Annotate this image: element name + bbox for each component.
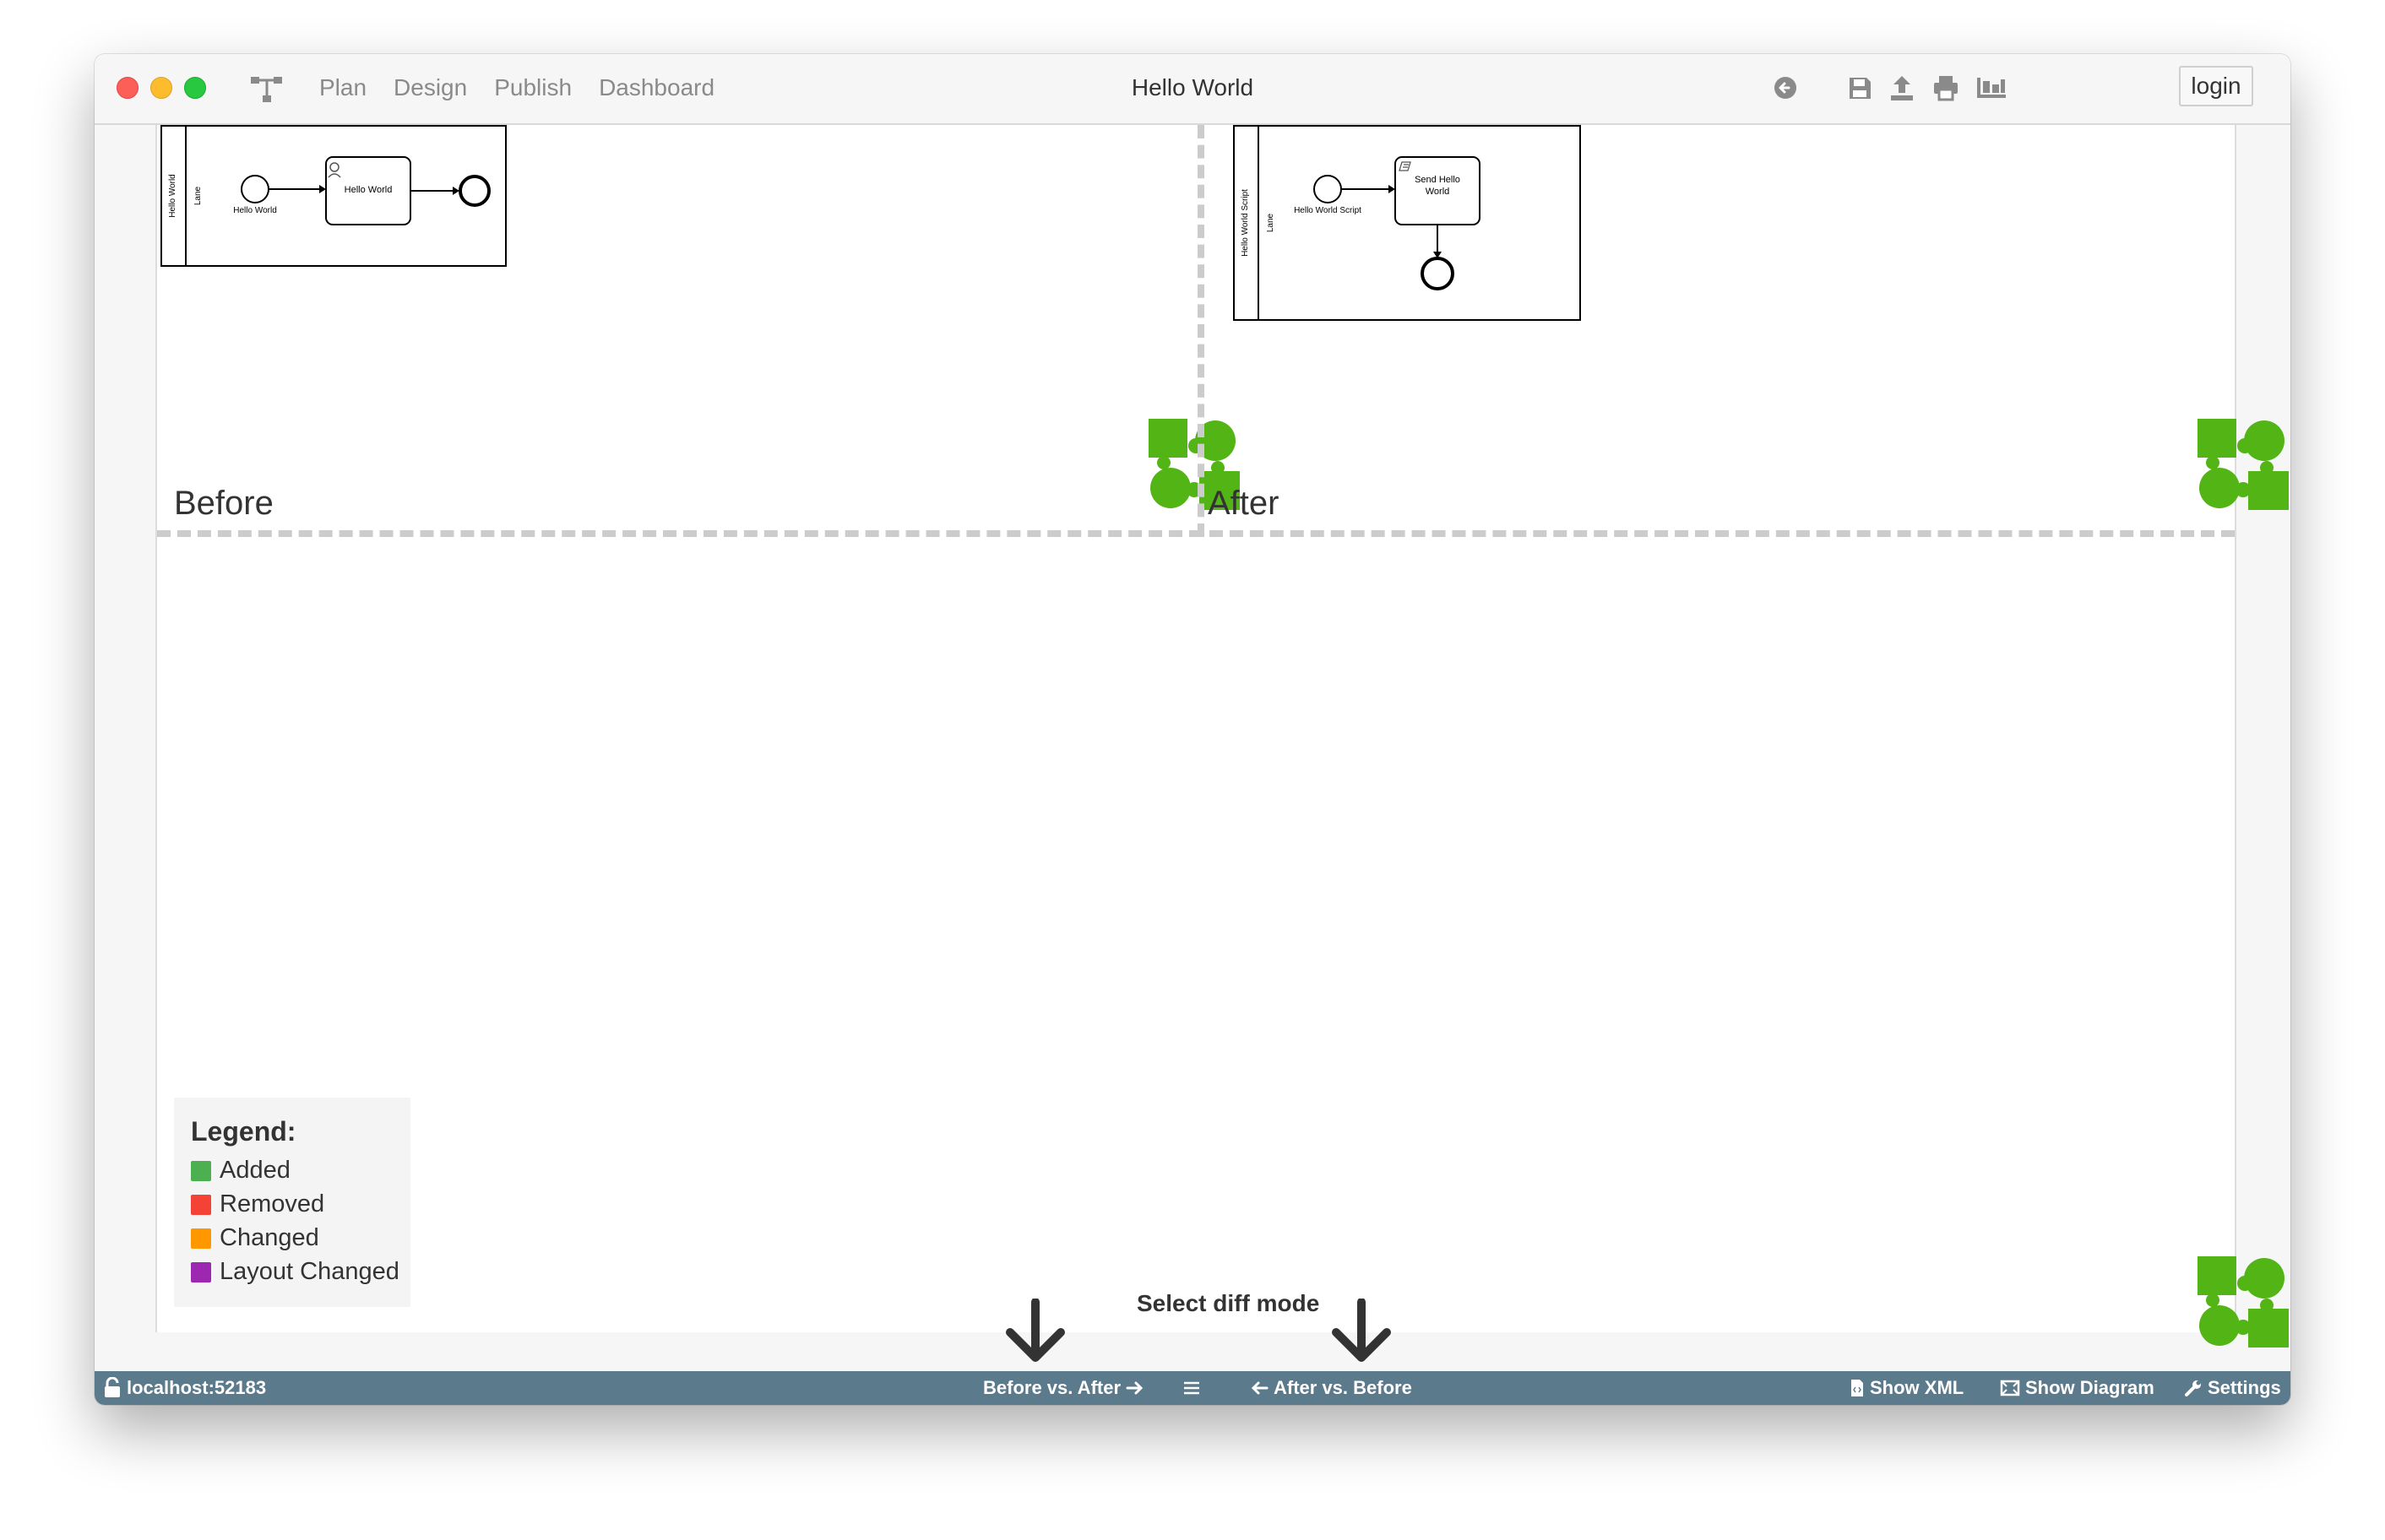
after-diagram[interactable]: Hello World Script Lane Hello World Scri…: [1233, 125, 1583, 324]
process-tree-icon[interactable]: [250, 75, 284, 104]
after-vs-before-button[interactable]: After vs. Before: [1250, 1371, 1412, 1405]
diff-canvas: Hello World Lane Hello World Hello World: [155, 125, 2289, 1362]
deploy-icon[interactable]: [1975, 73, 2008, 103]
legend-item-removed: Removed: [191, 1190, 324, 1218]
print-icon[interactable]: [1931, 73, 1961, 103]
host-label: localhost:52183: [127, 1377, 267, 1398]
nav-design[interactable]: Design: [394, 73, 467, 103]
close-window-button[interactable]: [117, 77, 139, 99]
save-icon[interactable]: [1844, 73, 1875, 103]
login-button[interactable]: login: [2179, 66, 2253, 106]
changed-swatch: [191, 1228, 211, 1249]
settings-button[interactable]: Settings: [2184, 1371, 2281, 1405]
main-nav: Plan Design Publish Dashboard: [319, 73, 714, 103]
added-swatch: [191, 1160, 211, 1181]
vertical-pane-divider[interactable]: [1198, 125, 1204, 537]
legend-title: Legend:: [191, 1116, 296, 1147]
legend-item-added: Added: [191, 1157, 291, 1185]
minimize-window-button[interactable]: [150, 77, 172, 99]
arrow-down-icon: [1332, 1299, 1391, 1362]
title-bar: Plan Design Publish Dashboard Hello Worl…: [95, 54, 2290, 125]
unlock-icon: [105, 1377, 120, 1397]
legend: Legend: Added Removed Changed Layout Cha…: [174, 1098, 410, 1307]
diagram-icon: [2000, 1380, 2020, 1396]
legend-item-layout-changed: Layout Changed: [191, 1258, 399, 1286]
removed-swatch: [191, 1194, 211, 1215]
arrow-right-icon: [1126, 1381, 1144, 1395]
before-diagram[interactable]: Hello World Lane Hello World Hello World: [160, 125, 508, 270]
before-start-label: Hello World: [233, 206, 277, 215]
menu-icon: [1184, 1381, 1199, 1395]
before-vs-after-button[interactable]: Before vs. After: [983, 1371, 1144, 1405]
select-diff-mode-label: Select diff mode: [1137, 1290, 1320, 1316]
before-label: Before: [174, 485, 274, 522]
bpmn-logo-after: [2198, 419, 2289, 510]
after-label: After: [1208, 485, 1279, 522]
arrow-down-icon: [1006, 1299, 1065, 1362]
after-lane-label: Lane: [1266, 213, 1275, 232]
after-pool-label: Hello World Script: [1241, 189, 1250, 257]
legend-item-changed: Changed: [191, 1224, 319, 1252]
show-diagram-button[interactable]: Show Diagram: [2000, 1371, 2154, 1405]
show-xml-button[interactable]: Show XML: [1850, 1371, 1964, 1405]
layout-changed-swatch: [191, 1261, 211, 1282]
host-status[interactable]: localhost:52183: [103, 1371, 266, 1405]
diff-mode-menu-button[interactable]: [1182, 1371, 1201, 1405]
horizontal-pane-divider[interactable]: [157, 530, 2235, 537]
wrench-icon: [2185, 1380, 2201, 1396]
bpmn-logo-diff: [2198, 1256, 2289, 1348]
before-pool-label: Hello World: [168, 174, 177, 218]
file-code-icon: [1851, 1380, 1863, 1396]
status-bar: localhost:52183 Before vs. After After v…: [95, 1371, 2290, 1405]
nav-plan[interactable]: Plan: [319, 73, 367, 103]
upload-icon[interactable]: [1887, 73, 1917, 103]
after-task-label-line2: World: [1426, 187, 1450, 197]
nav-dashboard[interactable]: Dashboard: [599, 73, 714, 103]
back-icon[interactable]: [1770, 73, 1801, 103]
app-window: Plan Design Publish Dashboard Hello Worl…: [95, 54, 2290, 1405]
arrow-left-icon: [1251, 1381, 1269, 1395]
zoom-window-button[interactable]: [184, 77, 206, 99]
before-lane-label: Lane: [193, 186, 203, 205]
after-task-label-line1: Send Hello: [1415, 175, 1460, 185]
nav-publish[interactable]: Publish: [494, 73, 572, 103]
after-start-label: Hello World Script: [1294, 206, 1361, 215]
before-task-label: Hello World: [345, 185, 393, 195]
